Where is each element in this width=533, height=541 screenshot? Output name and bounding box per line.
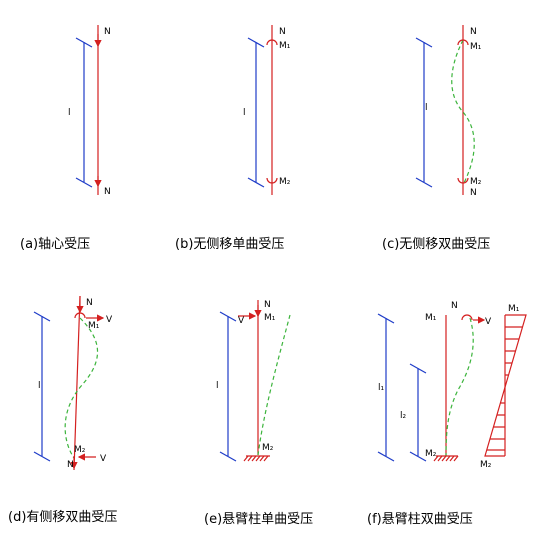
v-top-label: V: [485, 317, 492, 327]
moment-arc-top: [74, 312, 86, 319]
length-label: l: [425, 103, 428, 113]
l1-label: l₁: [378, 383, 385, 393]
caption-c: (c)无侧移双曲受压: [382, 237, 491, 252]
n-bottom-label: N: [104, 187, 111, 197]
deflected-shape: [64, 317, 99, 459]
moment-diagram: M₁ M₂: [480, 304, 527, 470]
panel-c: l N M₁ M₂ N: [415, 25, 482, 198]
m1-label: M₁: [470, 42, 482, 52]
caption-f: (f)悬臂柱双曲受压: [367, 512, 473, 527]
deflected-shape: [445, 317, 474, 457]
panel-b: l N M₁ M₂: [243, 25, 291, 195]
v-bottom-label: V: [100, 454, 107, 464]
fixed-support-hatch: [243, 455, 269, 462]
moment-bottom-label: M₂: [480, 460, 492, 470]
column-buckling-diagram: l N N l N M₁ M₂ l N M₁ M₂ N l N M₁ V M₂ …: [33, 25, 527, 471]
length-label: l: [243, 108, 246, 118]
n-top-label: N: [86, 298, 93, 308]
panel-a: l N N: [68, 25, 111, 197]
n-bottom-label: N: [470, 188, 477, 198]
m2-label: M₂: [74, 445, 86, 455]
caption-b: (b)无侧移单曲受压: [175, 237, 285, 252]
m2-label: M₂: [425, 449, 437, 459]
v-top-label: V: [106, 315, 113, 325]
n-top-label: N: [451, 301, 458, 311]
panel-f: l₁ l₂ N M₁ V M₂ M₁ M₂: [377, 301, 527, 470]
m1-label: M₁: [88, 321, 100, 331]
n-bottom-label: N: [67, 460, 74, 470]
deflected-shape: [257, 314, 291, 456]
n-top-label: N: [470, 27, 477, 37]
v-top-label: V: [238, 316, 245, 326]
length-label: l: [38, 381, 41, 391]
length-label: l: [216, 381, 219, 391]
length-label: l: [68, 108, 71, 118]
n-top-label: N: [264, 300, 271, 310]
fixed-support-hatch: [433, 455, 459, 462]
m2-label: M₂: [262, 443, 274, 453]
caption-e: (e)悬臂柱单曲受压: [204, 512, 314, 527]
panel-e: l N M₁ V M₂: [216, 300, 291, 462]
m1-label: M₁: [279, 41, 291, 51]
m1-label: M₁: [425, 313, 437, 323]
l2-label: l₂: [400, 411, 407, 421]
caption-a: (a)轴心受压: [20, 237, 91, 252]
m2-label: M₂: [470, 177, 482, 187]
n-top-label: N: [104, 27, 111, 37]
m1-label: M₁: [264, 313, 276, 323]
panel-d: l N M₁ V M₂ N V: [33, 295, 113, 471]
moment-top-label: M₁: [508, 304, 520, 314]
m2-label: M₂: [279, 177, 291, 187]
caption-d: (d)有侧移双曲受压: [8, 510, 118, 525]
n-top-label: N: [279, 27, 286, 37]
column-swayed: [73, 295, 81, 471]
